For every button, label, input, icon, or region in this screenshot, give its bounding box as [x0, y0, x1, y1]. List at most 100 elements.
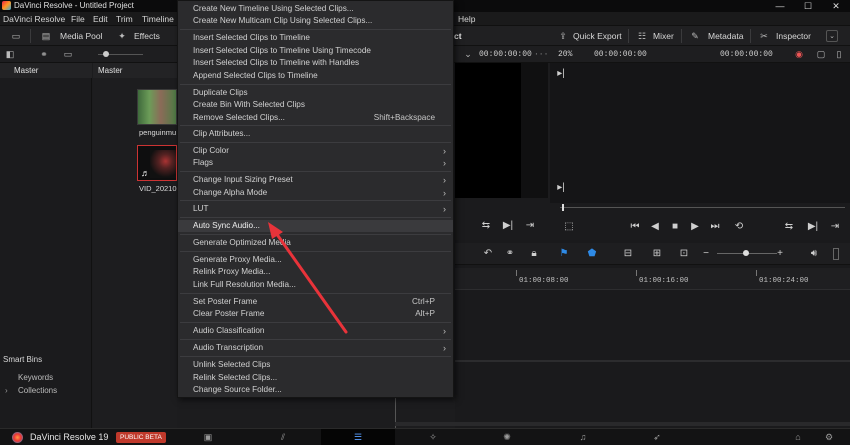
next-frame-icon[interactable]: ▶| [806, 220, 820, 234]
timeline-viewer-screen[interactable] [550, 63, 850, 203]
menu-duplicate-clips[interactable]: Duplicate Clips [178, 87, 453, 99]
chevron-right-icon[interactable]: › [5, 384, 8, 397]
cut-page-icon[interactable]: ⫽ [276, 431, 290, 444]
settings-icon[interactable]: ⚙ [822, 431, 836, 444]
color-wheel-icon[interactable]: ◉ [793, 48, 805, 60]
fusion-page-icon[interactable]: ✧ [426, 431, 440, 444]
clip-thumbnail[interactable]: ♬ [137, 145, 177, 181]
media-page-icon[interactable]: ▣ [201, 431, 215, 444]
crop-icon[interactable]: ⬚ [562, 220, 576, 234]
menu-timeline[interactable]: Timeline [142, 12, 174, 26]
master-bin[interactable]: Master [0, 63, 92, 78]
zoom-out-icon[interactable]: − [699, 247, 713, 261]
deliver-page-icon[interactable]: ➶ [650, 431, 664, 444]
color-page-icon[interactable]: ✺ [500, 431, 514, 444]
media-pool-button[interactable]: Media Pool [60, 26, 103, 46]
clip-thumbnail[interactable] [137, 89, 177, 125]
minimize-button[interactable]: — [766, 0, 794, 12]
metadata-button[interactable]: Metadata [708, 26, 743, 46]
blade-icon[interactable]: ↶ [481, 247, 495, 261]
stop-icon[interactable]: ■ [668, 220, 682, 234]
menu-audio-classification[interactable]: Audio Classification › [178, 325, 453, 337]
menu-remove-clips[interactable]: Remove Selected Clips... Shift+Backspace [178, 112, 453, 124]
next-frame-icon[interactable]: ▶| [501, 219, 515, 233]
menu-create-timeline[interactable]: Create New Timeline Using Selected Clips… [178, 3, 453, 15]
menu-lut[interactable]: LUT › [178, 203, 453, 215]
end-icon[interactable]: ⇥ [523, 219, 537, 233]
menu-alpha-mode[interactable]: Change Alpha Mode › [178, 187, 453, 199]
next-clip-icon[interactable]: ▸| [554, 67, 568, 81]
slider-thumb[interactable] [103, 51, 109, 57]
play-reverse-icon[interactable]: ◀ [648, 220, 662, 234]
menu-unlink-clips[interactable]: Unlink Selected Clips [178, 359, 453, 371]
menu-link-full-res[interactable]: Link Full Resolution Media... [178, 279, 453, 291]
metadata-icon[interactable]: ✎ [689, 30, 701, 42]
end-icon[interactable]: ⇥ [828, 220, 842, 234]
menu-change-source-folder[interactable]: Change Source Folder... [178, 384, 453, 396]
menu-set-poster-frame[interactable]: Set Poster Frame Ctrl+P [178, 296, 453, 308]
menu-help[interactable]: Help [458, 12, 475, 26]
zoom-slider-thumb[interactable] [743, 250, 749, 256]
menu-create-bin[interactable]: Create Bin With Selected Clips [178, 99, 453, 111]
menu-insert-clips[interactable]: Insert Selected Clips to Timeline [178, 32, 453, 44]
zoom-detail-icon[interactable]: ⊞ [650, 247, 664, 261]
effects-icon[interactable]: ✦ [116, 30, 128, 42]
loop-icon[interactable]: ⟲ [732, 220, 746, 234]
quick-export-button[interactable]: Quick Export [573, 26, 622, 46]
dual-viewer-icon[interactable]: ▯ [833, 48, 845, 60]
menu-audio-transcription[interactable]: Audio Transcription › [178, 342, 453, 354]
collections-bin[interactable]: › Collections [0, 384, 92, 397]
zoom-full-icon[interactable]: ⊟ [621, 247, 635, 261]
skip-end-icon[interactable]: ⏭ [708, 220, 722, 234]
zoom-in-icon[interactable]: + [773, 247, 787, 261]
menu-auto-sync-audio[interactable]: Auto Sync Audio... [178, 220, 453, 232]
menu-edit[interactable]: Edit [93, 12, 108, 26]
loop-icon[interactable]: ⇆ [479, 219, 493, 233]
scrubber-track[interactable] [560, 207, 845, 208]
menu-clear-poster-frame[interactable]: Clear Poster Frame Alt+P [178, 308, 453, 320]
menu-relink-clips[interactable]: Relink Selected Clips... [178, 372, 453, 384]
more-options-icon[interactable]: ··· [534, 46, 548, 63]
monitor-icon[interactable]: ▭ [10, 30, 22, 42]
link-icon[interactable]: ⚭ [503, 247, 517, 261]
flag-icon[interactable]: ⚑ [557, 247, 571, 261]
menu-insert-handles[interactable]: Insert Selected Clips to Timeline with H… [178, 57, 453, 69]
match-frame-icon[interactable]: ⇆ [782, 220, 796, 234]
menu-optimized-media[interactable]: Generate Optimized Media [178, 237, 453, 249]
quick-export-icon[interactable]: ⇪ [557, 30, 569, 42]
marker-icon[interactable]: ⬟ [585, 247, 599, 261]
menu-append-clips[interactable]: Append Selected Clips to Timeline [178, 70, 453, 82]
source-viewer-screen[interactable] [455, 63, 521, 198]
playhead[interactable] [562, 204, 564, 211]
media-pool-icon[interactable]: ▤ [40, 30, 52, 42]
clip-label[interactable]: VID_202105 [139, 184, 179, 193]
menu-insert-timecode[interactable]: Insert Selected Clips to Timeline Using … [178, 45, 453, 57]
menu-file[interactable]: File [71, 12, 85, 26]
edit-page-icon[interactable]: ☰ [351, 431, 365, 444]
inspector-icon[interactable]: ✂ [758, 30, 770, 42]
menu-flags[interactable]: Flags › [178, 157, 453, 169]
panel-toggle-icon[interactable]: ◧ [4, 48, 16, 60]
inspector-button[interactable]: Inspector [776, 26, 811, 46]
edit-page-tab[interactable]: ☰ [321, 429, 395, 445]
chevron-down-icon[interactable]: ⌄ [826, 30, 838, 42]
menu-relink-proxy[interactable]: Relink Proxy Media... [178, 266, 453, 278]
lock-icon[interactable]: 🔒︎ [527, 247, 541, 261]
menu-trim[interactable]: Trim [116, 12, 133, 26]
home-icon[interactable]: ⌂ [791, 431, 805, 444]
maximize-button[interactable]: ☐ [794, 0, 822, 12]
effects-button[interactable]: Effects [134, 26, 160, 46]
play-icon[interactable]: ▶ [688, 220, 702, 234]
menu-proxy-media[interactable]: Generate Proxy Media... [178, 254, 453, 266]
fairlight-page-icon[interactable]: ♫ [576, 431, 590, 444]
viewer-options-icon[interactable]: ⌄ [462, 48, 474, 60]
menu-clip-color[interactable]: Clip Color › [178, 145, 453, 157]
menu-clip-attributes[interactable]: Clip Attributes... [178, 128, 453, 140]
timeline-scrollbar[interactable] [395, 422, 850, 426]
menu-create-multicam[interactable]: Create New Multicam Clip Using Selected … [178, 15, 453, 27]
keywords-bin[interactable]: Keywords [0, 371, 92, 384]
skip-start-icon[interactable]: ⏮ [628, 220, 642, 234]
mixer-icon[interactable]: ☷ [636, 30, 648, 42]
list-view-icon[interactable]: ▭ [62, 48, 74, 60]
audio-meter-toggle[interactable] [833, 248, 839, 260]
